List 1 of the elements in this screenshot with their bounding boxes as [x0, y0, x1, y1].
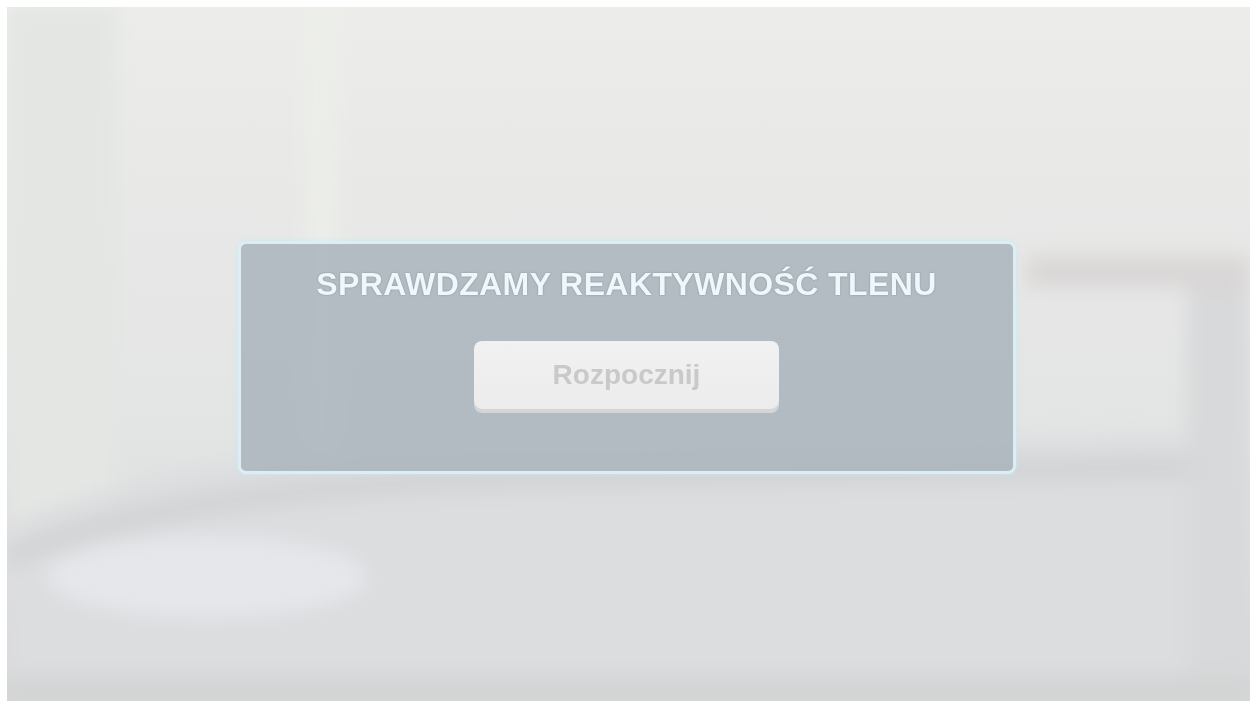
dialog-title: SPRAWDZAMY REAKTYWNOŚĆ TLENU: [316, 266, 937, 303]
